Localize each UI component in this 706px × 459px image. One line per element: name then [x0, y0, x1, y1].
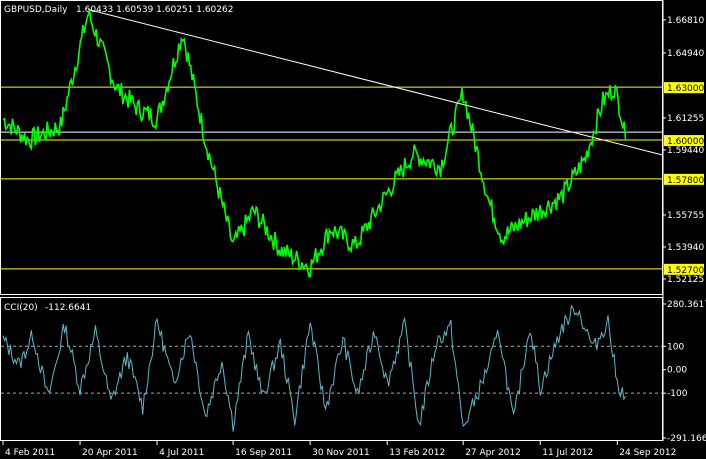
- x-axis: 4 Feb 2011 20 Apr 2011 4 Jul 2011 16 Sep 20…: [2, 441, 676, 458]
- x-axis-tick-label: 20 Apr 2011: [82, 448, 138, 458]
- chart-symbol: GBPUSD,Daily: [4, 5, 68, 15]
- price-series-line: [2, 9, 627, 278]
- price-axis-tick-label: 1.53940: [667, 243, 704, 253]
- price-axis-tick-label: 1.52125: [667, 275, 704, 285]
- cci-value: -112.6641: [45, 303, 91, 313]
- cci-axis-tick-label: -100: [667, 389, 688, 399]
- level-label: 1.57800: [667, 176, 704, 186]
- chart-ohlc: 1.60433 1.60539 1.60251 1.60262: [76, 5, 233, 15]
- price-axis-tick-label: 1.64940: [667, 49, 704, 59]
- trendline: [88, 9, 663, 156]
- cci-axis-tick-label: 100: [667, 342, 684, 352]
- cci-layer: 280.3617 100 0.00 -100 -291.166: [1, 300, 706, 444]
- price-layer: 1.66810 1.64940 1.61255 1.59440 1.55755 1.539…: [1, 9, 704, 285]
- x-axis-tick-label: 27 Apr 2012: [465, 448, 521, 458]
- x-axis-tick-label: 4 Jul 2011: [159, 448, 204, 458]
- cci-axis-tick-label: 280.3617: [667, 300, 706, 310]
- x-axis-tick-label: 30 Nov 2011: [312, 448, 370, 458]
- cci-axis-tick-label: 0.00: [667, 366, 687, 376]
- price-axis-tick-label: 1.59440: [667, 146, 704, 156]
- gbpusd-chart: GBPUSD,Daily 1.60433 1.60539 1.60251 1.6…: [0, 0, 706, 458]
- cci-title: CCI(20): [4, 303, 38, 313]
- price-axis-tick-label: 1.66810: [667, 16, 704, 26]
- x-axis-tick-label: 24 Sep 2012: [619, 448, 676, 458]
- level-label: 1.63000: [667, 84, 704, 94]
- x-axis-tick-label: 11 Jul 2012: [542, 448, 593, 458]
- x-axis-tick-label: 16 Sep 2011: [235, 448, 292, 458]
- level-label: 1.52700: [667, 266, 704, 276]
- x-axis-tick-label: 13 Feb 2012: [389, 448, 445, 458]
- price-axis-tick-label: 1.55755: [667, 211, 704, 221]
- price-axis-tick-label: 1.61255: [667, 114, 704, 124]
- cci-axis-tick-label: -291.166: [667, 434, 706, 444]
- cci-panel-frame: [0, 297, 663, 441]
- level-label: 1.60000: [667, 137, 704, 147]
- x-axis-tick-label: 4 Feb 2011: [5, 448, 55, 458]
- cci-series-line: [2, 304, 626, 432]
